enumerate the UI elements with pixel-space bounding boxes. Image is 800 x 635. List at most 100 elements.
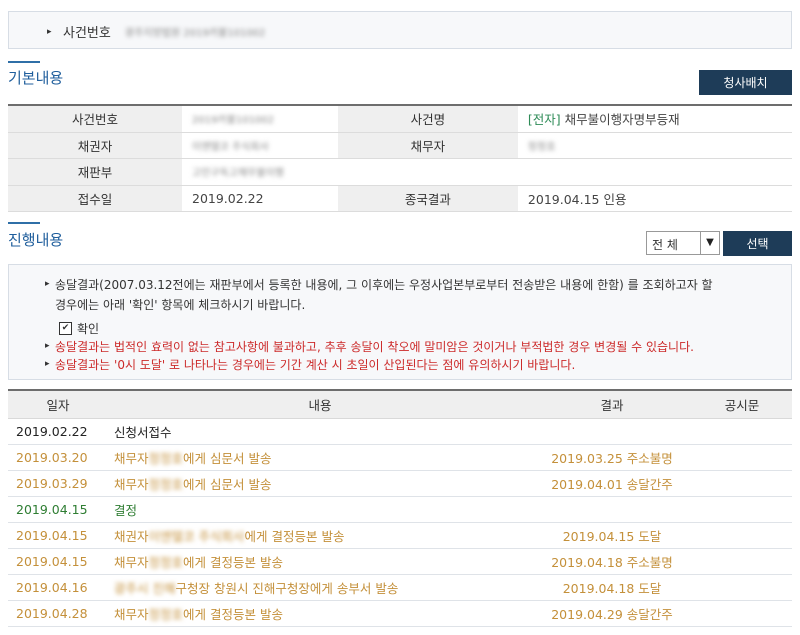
table-row: 2019.02.22 신청서접수 — [8, 418, 792, 445]
select-button[interactable]: 선택 — [723, 231, 792, 256]
info-label: 접수일 — [8, 185, 182, 212]
info-value: 2019카불101002 — [182, 105, 338, 133]
table-row: 2019.04.16 광주시 진해구청장 창원시 진해구청장에게 송부서 발송 20… — [8, 574, 792, 601]
courtroom-layout-button[interactable]: 청사배치 — [699, 70, 792, 95]
table-row: 2019.03.29 채무자정정호에게 심문서 발송 2019.04.01 송달간주 — [8, 470, 792, 497]
row-content-suffix: 에게 심문서 발송 — [183, 451, 272, 466]
basic-info-title: 기본내용 — [8, 69, 64, 87]
case-number-bar: ▸ 사건번호 광주지방법원 2019카불101002 — [8, 11, 792, 49]
progress-table: 일자 내용 결과 공시문 2019.02.22 신청서접수 2019.03.20 채무… — [8, 389, 792, 627]
notice-line-2: 경우에는 아래 '확인' 항목에 체크하시기 바랍니다. — [55, 298, 306, 312]
row-date: 2019.03.29 — [8, 470, 108, 497]
row-content: 채무자정정호에게 결정등본 발송 — [108, 548, 532, 575]
column-header-content: 내용 — [108, 389, 532, 419]
info-label: 채권자 — [8, 132, 182, 159]
info-value: 고민구독고채무불이행 — [182, 158, 792, 186]
notice-line-1: 송달결과(2007.03.12전에는 재판부에서 등록한 내용에, 그 이후에는… — [55, 278, 713, 292]
row-content-redacted: 정정호 — [148, 607, 184, 622]
row-notice — [692, 574, 792, 601]
row-content-redacted: 광주시 진해 — [114, 581, 176, 596]
row-content-redacted: 정정호 — [148, 451, 184, 466]
bullet-icon: ▸ — [45, 359, 50, 369]
electronic-tag: [전자] — [527, 112, 561, 128]
row-content-suffix: 에게 심문서 발송 — [183, 477, 272, 492]
row-content: 채무자정정호에게 심문서 발송 — [108, 444, 532, 471]
row-notice — [692, 418, 792, 445]
warning-line-1: 송달결과는 법적인 효력이 없는 참고사항에 불과하고, 추후 송달이 착오에 … — [55, 340, 694, 354]
bullet-icon: ▸ — [45, 279, 50, 289]
bullet-icon: ▸ — [45, 341, 50, 351]
row-result: 2019.04.15 도달 — [532, 522, 692, 549]
row-result — [532, 496, 692, 523]
progress-filter-select[interactable]: 전 체 ▼ — [646, 231, 720, 255]
row-content-prefix: 채무자 — [114, 451, 149, 466]
info-label: 사건명 — [337, 105, 518, 133]
info-value: 2019.04.15 인용 — [517, 185, 792, 212]
chevron-down-icon[interactable]: ▼ — [700, 232, 719, 254]
row-date: 2019.04.15 — [8, 522, 108, 549]
row-notice — [692, 496, 792, 523]
case-number-label: 사건번호 — [63, 26, 111, 41]
row-result: 2019.04.01 송달간주 — [532, 470, 692, 497]
table-row: 2019.04.15 채권자이엔텔코 주식회사에게 결정등본 발송 2019.04.… — [8, 522, 792, 549]
row-content: 광주시 진해구청장 창원시 진해구청장에게 송부서 발송 — [108, 574, 532, 601]
table-row: 2019.03.20 채무자정정호에게 심문서 발송 2019.03.25 주소불명 — [8, 444, 792, 471]
row-result: 2019.04.29 송달간주 — [532, 600, 692, 627]
row-content-prefix: 채권자 — [114, 529, 149, 544]
info-row: 사건번호 2019카불101002 사건명 [전자] 채무불이행자명부등재 — [8, 105, 792, 133]
row-content-prefix: 채무자 — [114, 607, 149, 622]
info-label: 종국결과 — [337, 185, 518, 212]
row-content-prefix: 채무자 — [114, 555, 149, 570]
row-content-redacted: 정정호 — [148, 477, 184, 492]
row-content-suffix: 에게 결정등본 발송 — [183, 555, 283, 570]
info-row: 접수일 2019.02.22 종국결과 2019.04.15 인용 — [8, 185, 792, 212]
row-content-suffix: 에게 결정등본 발송 — [244, 529, 345, 544]
row-content: 채무자정정호에게 심문서 발송 — [108, 470, 532, 497]
row-content: 채권자이엔텔코 주식회사에게 결정등본 발송 — [108, 522, 532, 549]
info-label: 사건번호 — [8, 105, 182, 133]
notice-box: ▸ 송달결과(2007.03.12전에는 재판부에서 등록한 내용에, 그 이후… — [8, 264, 792, 380]
info-value: 이엔텔코 주식회사 — [182, 132, 338, 159]
section-accent-line — [8, 222, 40, 224]
row-result: 2019.03.25 주소불명 — [532, 444, 692, 471]
row-notice — [692, 600, 792, 627]
info-row: 재판부 고민구독고채무불이행 — [8, 158, 792, 186]
table-row: 2019.04.15 채무자정정호에게 결정등본 발송 2019.04.18 주소불… — [8, 548, 792, 575]
row-notice — [692, 444, 792, 471]
info-label: 재판부 — [8, 158, 182, 186]
warning-line-2: 송달결과는 '0시 도달' 로 나타나는 경우에는 기간 계산 시 초일이 산입… — [55, 358, 576, 372]
row-content-redacted: 이엔텔코 주식회사 — [148, 529, 245, 544]
info-value: [전자] 채무불이행자명부등재 — [517, 105, 792, 133]
column-header-result: 결과 — [532, 389, 692, 419]
division-redacted: 고민구독고채무불이행 — [192, 168, 284, 180]
row-notice — [692, 522, 792, 549]
creditor-redacted: 이엔텔코 주식회사 — [192, 141, 269, 153]
row-date: 2019.02.22 — [8, 418, 108, 445]
table-row: 2019.04.28 채무자정정호에게 결정등본 발송 2019.04.29 송달간… — [8, 600, 792, 627]
column-header-notice: 공시문 — [692, 389, 792, 419]
row-content: 채무자정정호에게 결정등본 발송 — [108, 600, 532, 627]
bullet-icon: ▸ — [47, 27, 52, 37]
info-value: 2019.02.22 — [182, 185, 338, 212]
confirm-checkbox[interactable]: ✔ — [59, 322, 72, 335]
row-content-prefix: 신청서접수 — [114, 425, 172, 440]
row-date: 2019.03.20 — [8, 444, 108, 471]
row-content: 신청서접수 — [108, 418, 532, 445]
debtor-redacted: 정정호 — [527, 141, 556, 153]
confirm-checkbox-label: 확인 — [77, 322, 100, 336]
row-notice — [692, 548, 792, 575]
row-content-suffix: 구청장 창원시 진해구청장에게 송부서 발송 — [175, 581, 399, 596]
row-content: 결정 — [108, 496, 532, 523]
row-date: 2019.04.15 — [8, 548, 108, 575]
row-content-suffix: 에게 결정등본 발송 — [183, 607, 283, 622]
filter-selected-value: 전 체 — [652, 238, 678, 252]
table-header-row: 일자 내용 결과 공시문 — [8, 389, 792, 419]
case-number-redacted: 2019카불101002 — [192, 115, 275, 127]
column-header-date: 일자 — [8, 389, 108, 419]
row-date: 2019.04.15 — [8, 496, 108, 523]
row-notice — [692, 470, 792, 497]
row-date: 2019.04.28 — [8, 600, 108, 627]
case-number-value: 광주지방법원 2019카불101002 — [125, 28, 266, 39]
row-result — [532, 418, 692, 445]
row-result: 2019.04.18 주소불명 — [532, 548, 692, 575]
